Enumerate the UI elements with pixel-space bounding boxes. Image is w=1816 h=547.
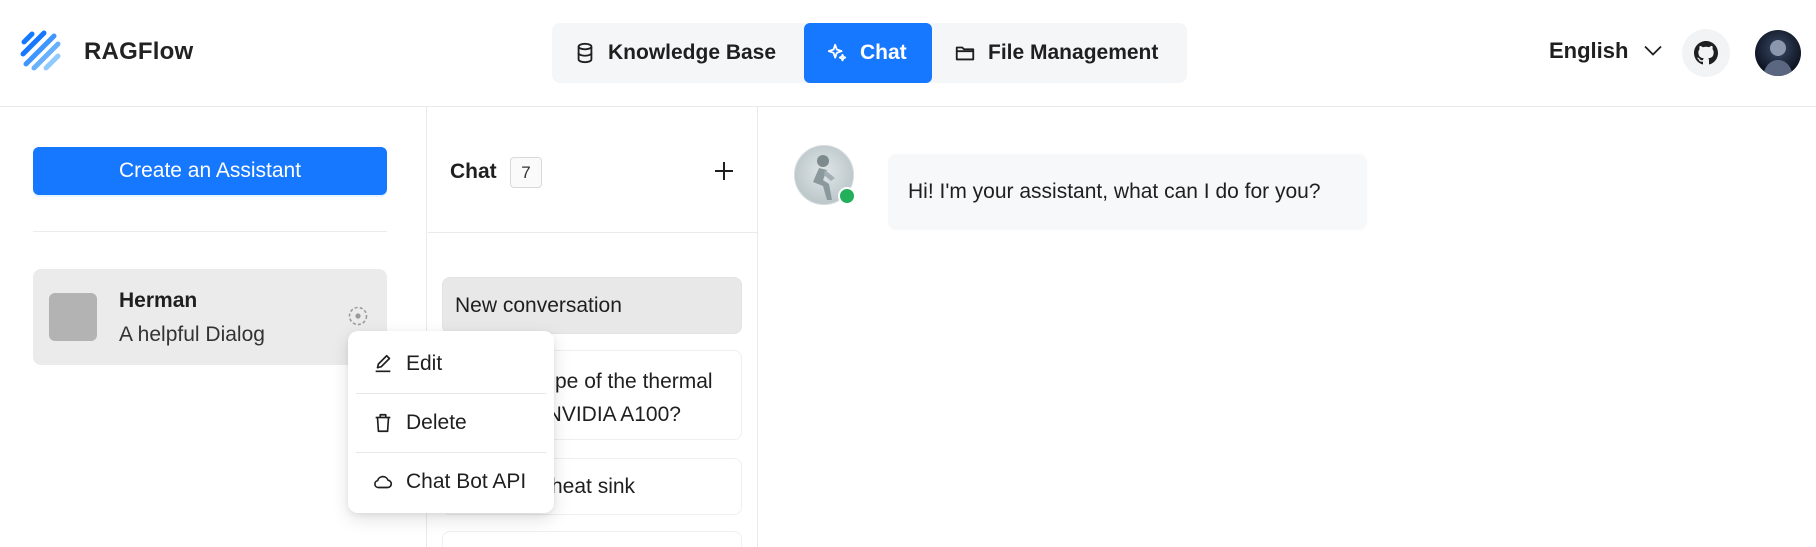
- database-icon: [577, 42, 593, 64]
- main-nav: Knowledge Base Chat File Management: [552, 23, 1187, 83]
- menu-item-chat-bot-api-label: Chat Bot API: [406, 470, 527, 493]
- top-header: RAGFlow Knowledge Base Chat File Managem…: [0, 0, 1816, 107]
- assistant-description: A helpful Dialog: [119, 323, 265, 346]
- tab-chat[interactable]: Chat: [804, 23, 932, 83]
- assistant-greeting-text: Hi! I'm your assistant, what can I do fo…: [908, 180, 1321, 203]
- ragflow-logo-icon[interactable]: [18, 28, 68, 78]
- github-icon: [1694, 41, 1718, 65]
- tab-knowledge-base-label: Knowledge Base: [608, 41, 777, 64]
- menu-item-edit-label: Edit: [406, 352, 443, 375]
- trash-icon: [375, 413, 391, 433]
- tab-file-management-label: File Management: [988, 41, 1159, 64]
- assistant-message-bubble: Hi! I'm your assistant, what can I do fo…: [888, 154, 1367, 230]
- menu-item-chat-bot-api[interactable]: Chat Bot API: [354, 453, 548, 511]
- menu-item-delete-label: Delete: [406, 411, 467, 434]
- tab-knowledge-base[interactable]: Knowledge Base: [552, 23, 804, 83]
- cloud-icon: [374, 475, 393, 489]
- conversation-item-label: New conversation: [455, 293, 622, 317]
- conversation-item[interactable]: [442, 531, 742, 547]
- user-avatar[interactable]: [1755, 30, 1801, 76]
- assistant-card-herman[interactable]: Herman A helpful Dialog: [33, 269, 387, 365]
- add-conversation-icon[interactable]: [712, 159, 736, 183]
- menu-item-delete[interactable]: Delete: [354, 394, 548, 452]
- user-avatar-icon: [1763, 40, 1793, 76]
- assistant-avatar: [49, 293, 97, 341]
- more-options-icon[interactable]: [347, 305, 369, 327]
- assistant-context-menu: Edit Delete Chat Bot API: [348, 331, 554, 513]
- language-label: English: [1549, 38, 1629, 63]
- edit-icon: [375, 354, 391, 373]
- tab-file-management[interactable]: File Management: [932, 23, 1187, 83]
- conversation-list-title: Chat: [450, 160, 497, 183]
- chat-pane: Hi! I'm your assistant, what can I do fo…: [759, 107, 1816, 547]
- online-status-dot: [838, 187, 856, 205]
- create-assistant-button[interactable]: Create an Assistant: [33, 147, 387, 195]
- assistant-name: Herman: [119, 289, 198, 312]
- folder-icon: [955, 46, 975, 61]
- language-selector[interactable]: English: [1549, 38, 1663, 64]
- conversation-count-badge: 7: [510, 157, 542, 188]
- conversation-item[interactable]: New conversation: [442, 277, 742, 334]
- github-button[interactable]: [1682, 29, 1730, 77]
- sidebar-divider: [33, 231, 387, 232]
- conversation-list-header: Chat 7: [428, 107, 758, 233]
- chevron-down-icon: [1644, 45, 1663, 56]
- tab-chat-label: Chat: [860, 41, 907, 64]
- menu-item-edit[interactable]: Edit: [354, 335, 548, 393]
- brand-name: RAGFlow: [84, 38, 194, 65]
- sparkle-icon: [827, 43, 847, 62]
